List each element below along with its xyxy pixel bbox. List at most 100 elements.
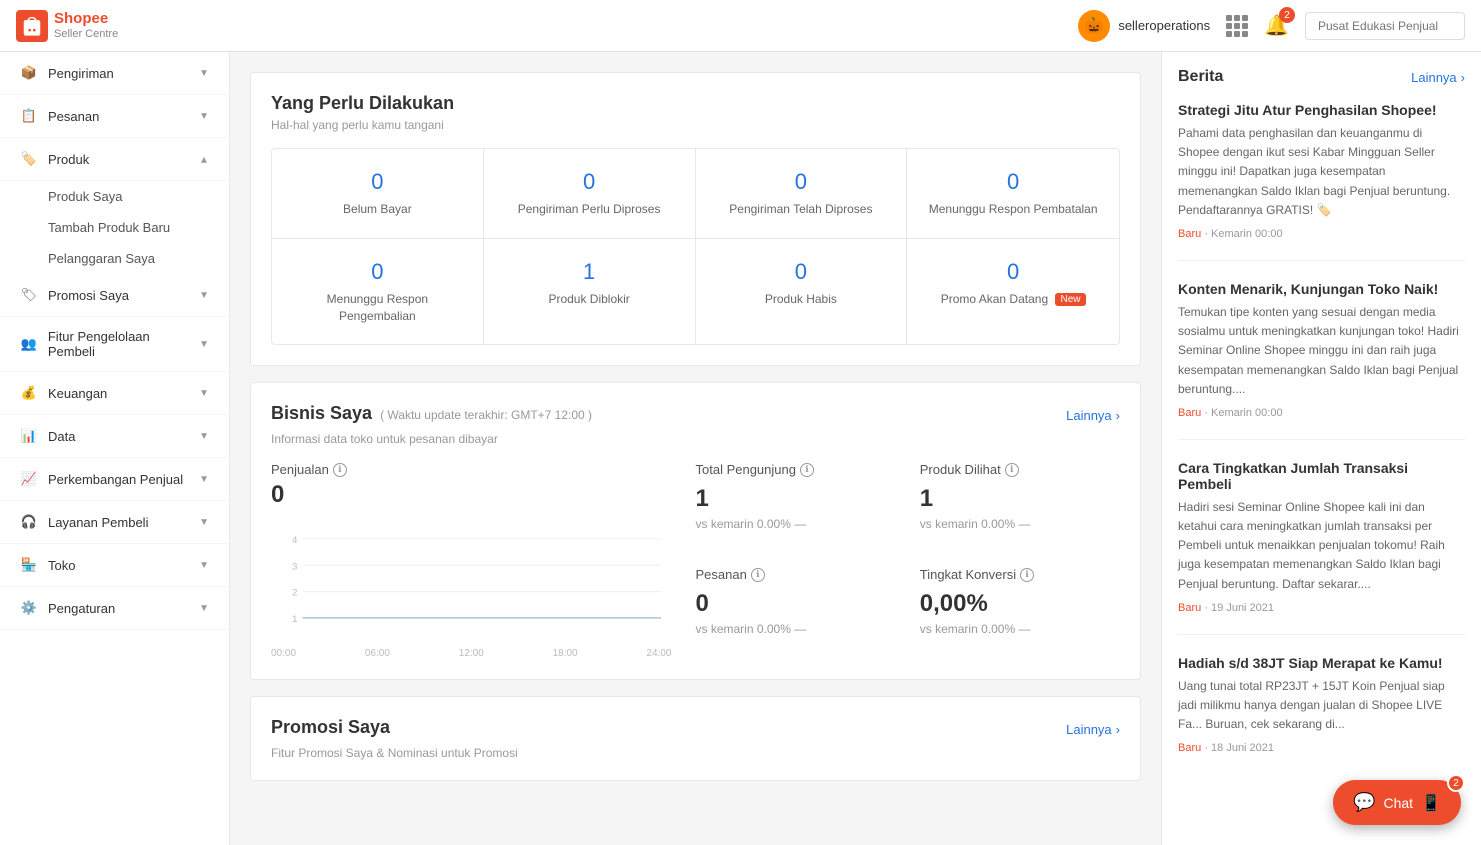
- penjualan-value: 0: [271, 481, 672, 509]
- sidebar-item-pengiriman[interactable]: 📦 Pengiriman ▼: [0, 52, 229, 95]
- penjualan-chart-svg: 4 3 2 1: [271, 521, 672, 641]
- bisnis-saya-section: Bisnis Saya ( Waktu update terakhir: GMT…: [250, 382, 1141, 680]
- bisnis-title: Bisnis Saya: [271, 403, 372, 424]
- todo-number: 0: [288, 259, 467, 285]
- sidebar-label-toko: Toko: [48, 558, 75, 573]
- sidebar-label-pengaturan: Pengaturan: [48, 601, 115, 616]
- todo-promo-akan-datang[interactable]: 0 Promo Akan Datang New: [907, 239, 1119, 345]
- sidebar-sub-pelanggaran[interactable]: Pelanggaran Saya: [0, 243, 229, 274]
- box-icon: 📦: [20, 64, 38, 82]
- sidebar-item-layanan[interactable]: 🎧 Layanan Pembeli ▼: [0, 501, 229, 544]
- news-meta: Baru · Kemarin 00:00: [1178, 407, 1465, 419]
- pengunjung-info-icon[interactable]: ℹ: [800, 463, 814, 477]
- todo-label: Pengiriman Perlu Diproses: [518, 202, 661, 216]
- todo-label: Produk Habis: [765, 292, 837, 306]
- sidebar-label-pengiriman: Pengiriman: [48, 66, 114, 81]
- notification-button[interactable]: 🔔 2: [1264, 13, 1289, 38]
- svg-text:4: 4: [292, 535, 297, 546]
- sidebar-label-layanan: Layanan Pembeli: [48, 515, 148, 530]
- berita-panel: Berita Lainnya › Strategi Jitu Atur Peng…: [1161, 52, 1481, 845]
- todo-number: 0: [288, 169, 467, 195]
- user-profile[interactable]: 🎃 selleroperations: [1078, 10, 1210, 42]
- tingkat-konversi-card: Tingkat Konversi ℹ 0,00% vs kemarin 0.00…: [920, 567, 1120, 656]
- news-title: Berita: [1178, 68, 1223, 86]
- top-navigation: Shopee Seller Centre 🎃 selleroperations …: [0, 0, 1481, 52]
- total-pengunjung-card: Total Pengunjung ℹ 1 vs kemarin 0.00% —: [696, 462, 896, 551]
- news-item-body: Uang tunai total RP23JT + 15JT Koin Penj…: [1178, 677, 1465, 735]
- shopee-brand: Shopee: [54, 11, 118, 28]
- pesanan-info-icon[interactable]: ℹ: [751, 568, 765, 582]
- bisnis-metrics: Penjualan ℹ 0 4 3 2: [271, 462, 1120, 659]
- news-item-title[interactable]: Konten Menarik, Kunjungan Toko Naik!: [1178, 281, 1465, 297]
- todo-number: 0: [712, 259, 891, 285]
- todo-menunggu-respon-pengembalian[interactable]: 0 Menunggu Respon Pengembalian: [272, 239, 484, 345]
- todo-pengiriman-telah[interactable]: 0 Pengiriman Telah Diproses: [696, 149, 908, 239]
- search-input[interactable]: [1305, 12, 1465, 40]
- pesanan-card: Pesanan ℹ 0 vs kemarin 0.00% —: [696, 567, 896, 656]
- chat-bubble-icon: 💬: [1353, 792, 1375, 813]
- konversi-info-icon[interactable]: ℹ: [1020, 568, 1034, 582]
- username: selleroperations: [1118, 18, 1210, 33]
- sidebar-item-produk[interactable]: 🏷️ Produk ▼: [0, 138, 229, 181]
- news-item-2: Konten Menarik, Kunjungan Toko Naik! Tem…: [1178, 281, 1465, 440]
- dollar-icon: 💰: [20, 384, 38, 402]
- chevron-down-icon: ▼: [199, 474, 209, 485]
- sidebar-item-fitur[interactable]: 👥 Fitur Pengelolaan Pembeli ▼: [0, 317, 229, 372]
- chevron-down-icon: ▼: [199, 111, 209, 122]
- news-item-4: Hadiah s/d 38JT Siap Merapat ke Kamu! Ua…: [1178, 655, 1465, 775]
- pengunjung-compare: vs kemarin 0.00% —: [696, 517, 896, 531]
- konversi-compare: vs kemarin 0.00% —: [920, 622, 1120, 636]
- chat-icon-phone: 📱: [1421, 793, 1441, 813]
- todo-produk-diblokir[interactable]: 1 Produk Diblokir: [484, 239, 696, 345]
- sidebar-sub-produk-saya[interactable]: Produk Saya: [0, 181, 229, 212]
- yang-perlu-title: Yang Perlu Dilakukan: [271, 93, 1120, 114]
- shopee-svg: [21, 15, 43, 37]
- sidebar-item-data[interactable]: 📊 Data ▼: [0, 415, 229, 458]
- users-icon: 👥: [20, 335, 38, 353]
- todo-label: Belum Bayar: [343, 202, 412, 216]
- news-item-body: Hadiri sesi Seminar Online Shopee kali i…: [1178, 498, 1465, 594]
- sidebar-item-pesanan[interactable]: 📋 Pesanan ▼: [0, 95, 229, 138]
- bisnis-header: Bisnis Saya ( Waktu update terakhir: GMT…: [271, 403, 1120, 428]
- sidebar-item-promosi[interactable]: 🏷 Promosi Saya ▼: [0, 274, 229, 317]
- time-labels: 00:00 06:00 12:00 18:00 24:00: [271, 648, 672, 659]
- todo-produk-habis[interactable]: 0 Produk Habis: [696, 239, 908, 345]
- store-icon: 🏪: [20, 556, 38, 574]
- news-lainnya-link[interactable]: Lainnya ›: [1411, 70, 1465, 85]
- todo-menunggu-respon-pembatalan[interactable]: 0 Menunggu Respon Pembatalan: [907, 149, 1119, 239]
- sidebar-label-promosi: Promosi Saya: [48, 288, 129, 303]
- apps-grid-icon[interactable]: [1226, 15, 1248, 37]
- sidebar-item-toko[interactable]: 🏪 Toko ▼: [0, 544, 229, 587]
- sidebar-label-keuangan: Keuangan: [48, 386, 107, 401]
- right-metrics-col1: Total Pengunjung ℹ 1 vs kemarin 0.00% — …: [696, 462, 896, 659]
- todo-number: 1: [500, 259, 679, 285]
- sidebar-item-perkembangan[interactable]: 📈 Perkembangan Penjual ▼: [0, 458, 229, 501]
- todo-label: Promo Akan Datang New: [941, 292, 1086, 306]
- pengunjung-value: 1: [696, 485, 896, 513]
- news-item-title[interactable]: Strategi Jitu Atur Penghasilan Shopee!: [1178, 102, 1465, 118]
- todo-belum-bayar[interactable]: 0 Belum Bayar: [272, 149, 484, 239]
- todo-label: Menunggu Respon Pembatalan: [929, 202, 1098, 216]
- sidebar-sub-tambah-produk[interactable]: Tambah Produk Baru: [0, 212, 229, 243]
- todo-number: 0: [712, 169, 891, 195]
- penjualan-info-icon[interactable]: ℹ: [333, 463, 347, 477]
- todo-pengiriman-perlu[interactable]: 0 Pengiriman Perlu Diproses: [484, 149, 696, 239]
- todo-grid: 0 Belum Bayar 0 Pengiriman Perlu Diprose…: [271, 148, 1120, 345]
- headset-icon: 🎧: [20, 513, 38, 531]
- chat-button[interactable]: 💬 Chat 📱 2: [1333, 780, 1461, 825]
- bisnis-lainnya-link[interactable]: Lainnya ›: [1066, 408, 1120, 423]
- sidebar-item-pengaturan[interactable]: ⚙️ Pengaturan ▼: [0, 587, 229, 630]
- news-item-title[interactable]: Cara Tingkatkan Jumlah Transaksi Pembeli: [1178, 460, 1465, 492]
- promosi-lainnya-link[interactable]: Lainnya ›: [1066, 722, 1120, 737]
- pesanan-value: 0: [696, 590, 896, 618]
- sidebar-item-keuangan[interactable]: 💰 Keuangan ▼: [0, 372, 229, 415]
- news-item-title[interactable]: Hadiah s/d 38JT Siap Merapat ke Kamu!: [1178, 655, 1465, 671]
- produk-dilihat-info-icon[interactable]: ℹ: [1005, 463, 1019, 477]
- chevron-up-icon: ▼: [199, 154, 209, 165]
- chevron-down-icon: ▼: [199, 388, 209, 399]
- pesanan-compare: vs kemarin 0.00% —: [696, 622, 896, 636]
- sidebar-label-produk: Produk: [48, 152, 89, 167]
- promosi-title: Promosi Saya: [271, 717, 390, 738]
- logo[interactable]: Shopee Seller Centre: [16, 10, 118, 42]
- chevron-down-icon: ▼: [199, 339, 209, 350]
